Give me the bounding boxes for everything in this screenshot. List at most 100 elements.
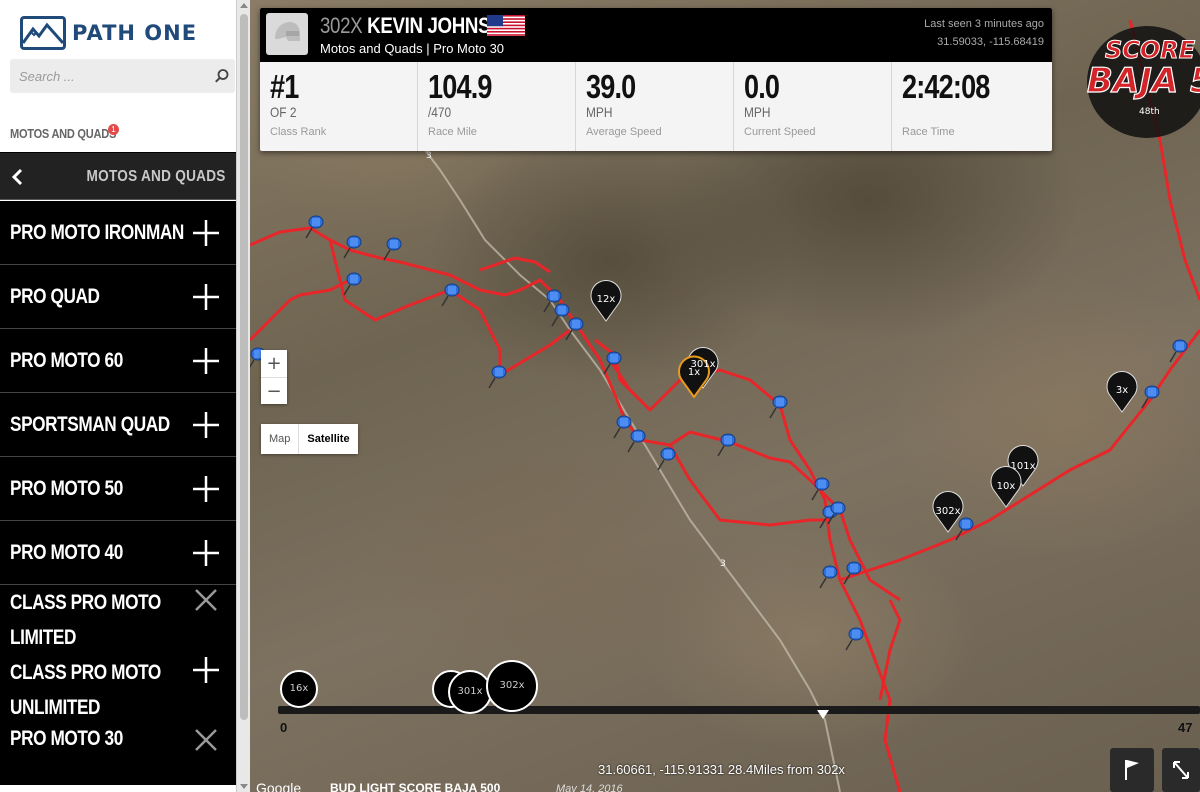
map-type-satellite-button[interactable]: Satellite xyxy=(298,424,358,454)
class-item[interactable]: PRO MOTO IRONMAN xyxy=(0,201,236,265)
stat-value: 0.0 xyxy=(744,68,780,105)
scroll-down-arrow-icon[interactable] xyxy=(240,784,248,789)
stat-average-speed: 39.0 MPH Average Speed xyxy=(576,62,734,151)
plus-icon[interactable] xyxy=(191,410,221,440)
stat-value: 2:42:08 xyxy=(902,68,990,105)
rider-number: 302X xyxy=(320,13,363,38)
timeline-rider-bubble[interactable]: 301x xyxy=(448,670,492,714)
class-item[interactable]: CLASS PRO MOTO LIMITED xyxy=(0,585,236,655)
back-chevron-icon[interactable] xyxy=(10,167,24,187)
race-timeline[interactable] xyxy=(278,706,1200,714)
checkpoint-pin-icon[interactable] xyxy=(603,351,622,375)
fullscreen-icon xyxy=(1173,761,1189,779)
checkpoint-pin-icon[interactable] xyxy=(845,627,864,651)
checkpoint-pin-icon[interactable] xyxy=(627,429,646,453)
section-label[interactable]: MOTOS AND QUADS xyxy=(10,126,116,141)
rider-coordinates: 31.59033, -115.68419 xyxy=(937,36,1044,48)
plus-icon[interactable] xyxy=(191,218,221,248)
class-list: PRO MOTO IRONMAN PRO QUAD PRO MOTO 60 SP… xyxy=(0,201,236,785)
rider-marker[interactable] xyxy=(930,487,966,533)
flag-icon xyxy=(1125,760,1139,780)
cursor-status: 31.60661, -115.91331 28.4Miles from 302x xyxy=(598,762,845,777)
brand-name: PATH ONE xyxy=(72,21,198,45)
rider-marker[interactable] xyxy=(988,462,1024,508)
checkpoint-pin-icon[interactable] xyxy=(488,365,507,389)
stat-sub: MPH xyxy=(744,104,771,120)
timeline-handle-icon[interactable] xyxy=(816,706,830,720)
last-seen: Last seen 3 minutes ago xyxy=(924,18,1044,30)
checkpoint-pin-icon[interactable] xyxy=(305,215,324,239)
search-input[interactable] xyxy=(10,59,190,93)
close-icon[interactable] xyxy=(191,725,221,755)
zoom-in-button[interactable]: + xyxy=(261,350,287,377)
path-one-logo[interactable]: PATH ONE xyxy=(20,15,197,51)
plus-icon[interactable] xyxy=(191,474,221,504)
timeline-rider-bubble[interactable]: 302x xyxy=(486,660,538,712)
checkpoint-pin-icon[interactable] xyxy=(383,237,402,261)
search-box xyxy=(10,59,235,93)
class-item[interactable]: PRO MOTO 30 xyxy=(0,725,236,785)
class-item[interactable]: PRO MOTO 50 xyxy=(0,457,236,521)
rider-marker[interactable] xyxy=(1104,367,1140,413)
stat-value: 39.0 xyxy=(586,68,636,105)
checkpoint-pin-icon[interactable] xyxy=(343,272,362,296)
stat-caption: Race Mile xyxy=(428,126,477,138)
fullscreen-button[interactable] xyxy=(1162,748,1200,792)
zoom-out-button[interactable]: − xyxy=(261,377,287,404)
flag-button[interactable] xyxy=(1110,748,1154,792)
checkpoint-pin-icon[interactable] xyxy=(1169,339,1188,363)
checkpoint-pin-icon[interactable] xyxy=(613,415,632,439)
stat-caption: Average Speed xyxy=(586,126,662,138)
checkpoint-pin-icon[interactable] xyxy=(1141,385,1160,409)
plus-icon[interactable] xyxy=(191,655,221,685)
rider-marker-selected[interactable] xyxy=(676,352,712,398)
stat-caption: Current Speed xyxy=(744,126,816,138)
plus-icon[interactable] xyxy=(191,282,221,312)
satellite-map[interactable]: 3 3 12x 301x 1x 3x 101x 10x 302x + − Map… xyxy=(250,0,1200,792)
close-icon[interactable] xyxy=(191,585,221,615)
class-label: SPORTSMAN QUAD xyxy=(10,413,170,436)
scroll-up-arrow-icon[interactable] xyxy=(240,3,248,8)
class-item[interactable]: PRO MOTO 60 xyxy=(0,329,236,393)
checkpoint-pin-icon[interactable] xyxy=(657,447,676,471)
sidebar-scrollbar[interactable] xyxy=(236,0,250,792)
checkpoint-pin-icon[interactable] xyxy=(769,395,788,419)
class-item[interactable]: PRO MOTO 40 xyxy=(0,521,236,585)
mountain-logo-icon xyxy=(20,16,66,50)
class-item[interactable]: PRO QUAD xyxy=(0,265,236,329)
timeline-rider-bubble[interactable]: 16x xyxy=(280,670,318,708)
stat-sub: MPH xyxy=(586,104,613,120)
category-title: MOTOS AND QUADS xyxy=(86,168,226,185)
class-label: PRO MOTO 40 xyxy=(10,541,123,564)
checkpoint-pin-icon[interactable] xyxy=(551,303,570,327)
class-label: PRO MOTO IRONMAN xyxy=(10,221,184,244)
checkpoint-pin-icon[interactable] xyxy=(441,283,460,307)
stat-sub: OF 2 xyxy=(270,104,297,120)
checkpoint-pin-icon[interactable] xyxy=(811,477,830,501)
stat-class-rank: #1 OF 2 Class Rank xyxy=(260,62,418,151)
stat-race-mile: 104.9 /470 Race Mile xyxy=(418,62,576,151)
map-type-map-button[interactable]: Map xyxy=(261,424,299,454)
rider-marker[interactable] xyxy=(588,276,624,322)
checkpoint-pin-icon[interactable] xyxy=(565,317,584,341)
class-label: CLASS PRO MOTO LIMITED xyxy=(10,591,161,649)
stat-caption: Race Time xyxy=(902,126,955,138)
checkpoint-pin-icon[interactable] xyxy=(843,561,862,585)
class-label: PRO MOTO 60 xyxy=(10,349,123,372)
rider-info-card: 302X KEVIN JOHNSON Motos and Quads | Pro… xyxy=(260,8,1052,151)
plus-icon[interactable] xyxy=(191,346,221,376)
plus-icon[interactable] xyxy=(191,538,221,568)
score-baja-logo: SCORE BAJA 50 48th xyxy=(1086,26,1200,138)
scrollbar-thumb[interactable] xyxy=(240,14,248,720)
rider-stats: #1 OF 2 Class Rank 104.9 /470 Race Mile … xyxy=(260,62,1052,151)
helmet-icon xyxy=(275,22,300,41)
search-icon[interactable] xyxy=(214,68,230,84)
class-item[interactable]: CLASS PRO MOTO UNLIMITED xyxy=(0,655,236,725)
checkpoint-pin-icon[interactable] xyxy=(343,235,362,259)
class-item[interactable]: SPORTSMAN QUAD xyxy=(0,393,236,457)
race-date: May 14, 2016 xyxy=(556,783,623,792)
checkpoint-pin-icon[interactable] xyxy=(717,433,736,457)
rider-class: Motos and Quads | Pro Moto 30 xyxy=(320,41,505,56)
race-title: BUD LIGHT SCORE BAJA 500 xyxy=(330,781,501,792)
checkpoint-pin-icon[interactable] xyxy=(819,565,838,589)
